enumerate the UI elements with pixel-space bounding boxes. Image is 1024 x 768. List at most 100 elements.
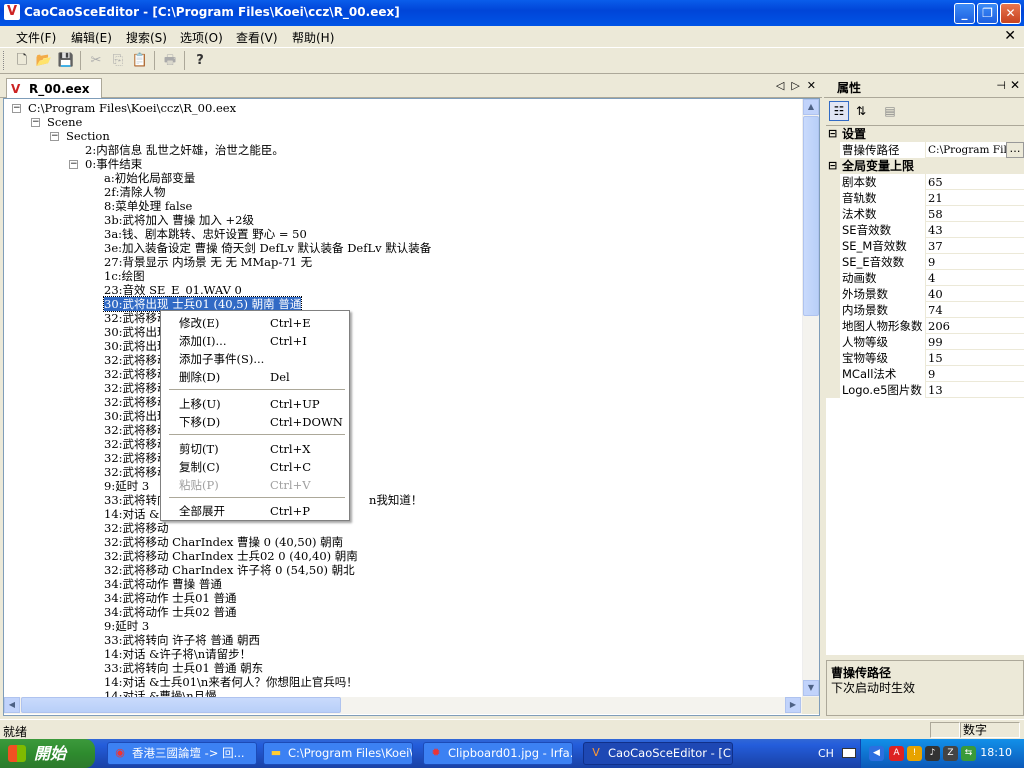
tree-item[interactable]: 32:武将移动: [104, 423, 169, 437]
property-value[interactable]: 9: [928, 366, 1014, 382]
property-row[interactable]: SE音效数 43: [826, 222, 1024, 238]
menu-search[interactable]: 搜索(S): [126, 29, 167, 46]
vertical-scrollbar[interactable]: ▲ ▼: [802, 99, 819, 697]
menu-edit[interactable]: 编辑(E): [71, 29, 112, 46]
property-value[interactable]: 43: [928, 222, 1014, 238]
tree-info-node[interactable]: 2:内部信息 乱世之奸雄，治世之能臣。: [85, 143, 284, 157]
property-row[interactable]: 宝物等级 15: [826, 350, 1024, 366]
tree-item[interactable]: 14:对话 &曹操\n且慢。: [104, 689, 228, 697]
tree-item[interactable]: 34:武将动作 士兵01 普通: [104, 591, 236, 605]
tree-item[interactable]: 30:武将出现: [104, 409, 169, 423]
start-button[interactable]: 開始: [0, 739, 95, 768]
scroll-left-icon[interactable]: ◀: [4, 697, 20, 713]
tree-item[interactable]: 32:武将移动 CharIndex 士兵02 0 (40,40) 朝南: [104, 549, 358, 563]
ctx-expand-all[interactable]: 全部展开 Ctrl+P: [163, 502, 347, 520]
tree-item[interactable]: 33:武将转向 许子将 普通 朝西: [104, 633, 260, 647]
horizontal-scroll-thumb[interactable]: [21, 697, 341, 713]
expand-tray-icon[interactable]: ◀: [869, 746, 884, 761]
mdi-close-icon[interactable]: ✕: [1004, 28, 1016, 44]
tree-item[interactable]: 30:武将出现: [104, 339, 169, 353]
categorized-icon[interactable]: ☷: [829, 101, 849, 121]
property-row[interactable]: MCall法术 9: [826, 366, 1024, 382]
tree-item[interactable]: 9:延时 3: [104, 479, 149, 493]
collapse-icon[interactable]: −: [12, 104, 21, 113]
property-value[interactable]: 4: [928, 270, 1014, 286]
network-icon[interactable]: ⇆: [961, 746, 976, 761]
tree-item[interactable]: 23:音效 SE_E_01.WAV 0: [104, 283, 242, 297]
tree-item[interactable]: 32:武将移动: [104, 311, 169, 325]
task-forum[interactable]: ◉ 香港三國論壇 -> 回...: [107, 742, 257, 765]
new-file-icon[interactable]: 🗋: [12, 51, 32, 71]
close-button[interactable]: ✕: [1000, 3, 1021, 24]
tree-item[interactable]: 32:武将移动: [104, 465, 169, 479]
tree-item[interactable]: 32:武将移动: [104, 521, 169, 535]
property-value[interactable]: 99: [928, 334, 1014, 350]
ctx-delete[interactable]: 删除(D) Del: [163, 368, 347, 386]
tree-item[interactable]: 30:武将出现: [104, 325, 169, 339]
help-icon[interactable]: ?: [190, 51, 210, 71]
tree-event-node[interactable]: 0:事件结束: [85, 157, 142, 171]
property-row[interactable]: 动画数 4: [826, 270, 1024, 286]
scroll-down-icon[interactable]: ▼: [803, 680, 819, 696]
tree-item[interactable]: 1c:绘图: [104, 269, 145, 283]
app-tray-icon[interactable]: Z: [943, 746, 958, 761]
property-row[interactable]: 法术数 58: [826, 206, 1024, 222]
keyboard-icon[interactable]: [842, 748, 856, 758]
scroll-right-icon[interactable]: ▶: [785, 697, 801, 713]
tree-item[interactable]: 33:武将转向: [104, 493, 169, 507]
pin-icon[interactable]: ⊣: [996, 79, 1006, 92]
tree-item[interactable]: 34:武将动作 士兵02 普通: [104, 605, 236, 619]
tree-item[interactable]: 32:武将移动 CharIndex 许子将 0 (54,50) 朝北: [104, 563, 355, 577]
antivirus-icon[interactable]: A: [889, 746, 904, 761]
sort-alpha-icon[interactable]: ⇅: [851, 101, 871, 121]
property-value[interactable]: 74: [928, 302, 1014, 318]
tree-item[interactable]: 14:对话 &士兵01\n来者何人？你想阻止官兵吗！: [104, 675, 358, 689]
tree-item[interactable]: 9:延时 3: [104, 619, 149, 633]
paste-icon[interactable]: 📋: [130, 51, 150, 71]
copy-icon[interactable]: ⎘: [108, 51, 128, 71]
panel-close-icon[interactable]: ✕: [1010, 78, 1020, 92]
property-value[interactable]: 206: [928, 318, 1014, 334]
property-value[interactable]: 40: [928, 286, 1014, 302]
ctx-cut[interactable]: 剪切(T) Ctrl+X: [163, 440, 347, 458]
menu-file[interactable]: 文件(F): [16, 29, 56, 46]
collapse-icon[interactable]: −: [50, 132, 59, 141]
ctx-move-up[interactable]: 上移(U) Ctrl+UP: [163, 395, 347, 413]
property-row[interactable]: 外场景数 40: [826, 286, 1024, 302]
ctx-add[interactable]: 添加(I)... Ctrl+I: [163, 332, 347, 350]
property-row[interactable]: 内场景数 74: [826, 302, 1024, 318]
property-row[interactable]: Logo.e5图片数 13: [826, 382, 1024, 398]
ctx-move-down[interactable]: 下移(D) Ctrl+DOWN: [163, 413, 347, 431]
tree-item[interactable]: a:初始化局部变量: [104, 171, 195, 185]
tree-item[interactable]: 34:武将动作 曹操 普通: [104, 577, 222, 591]
property-row[interactable]: SE_M音效数 37: [826, 238, 1024, 254]
tree-item[interactable]: 32:武将移动: [104, 381, 169, 395]
minimize-button[interactable]: _: [954, 3, 975, 24]
ctx-copy[interactable]: 复制(C) Ctrl+C: [163, 458, 347, 476]
property-row[interactable]: 曹操传路径 C:\Program Files\ …: [826, 142, 1024, 158]
tree-item[interactable]: 32:武将移动: [104, 451, 169, 465]
property-pages-icon[interactable]: ▤: [880, 101, 900, 121]
category-global-limits[interactable]: ⊟ 全局变量上限: [826, 158, 1024, 174]
tab-close-icon[interactable]: ✕: [807, 79, 816, 92]
property-row[interactable]: 人物等级 99: [826, 334, 1024, 350]
property-value[interactable]: 21: [928, 190, 1014, 206]
horizontal-scrollbar[interactable]: ◀ ▶: [4, 697, 802, 714]
tab-prev-icon[interactable]: ◁: [776, 79, 784, 92]
tree-item[interactable]: 27:背景显示 内场景 无 无 MMap-71 无: [104, 255, 312, 269]
ctx-add-subevent[interactable]: 添加子事件(S)...: [163, 350, 347, 368]
scroll-up-icon[interactable]: ▲: [803, 99, 819, 115]
shield-icon[interactable]: !: [907, 746, 922, 761]
property-row[interactable]: SE_E音效数 9: [826, 254, 1024, 270]
tree-item[interactable]: 32:武将移动 CharIndex 曹操 0 (40,50) 朝南: [104, 535, 343, 549]
property-value[interactable]: 37: [928, 238, 1014, 254]
menu-help[interactable]: 帮助(H): [292, 29, 334, 46]
tree-scene[interactable]: Scene: [47, 115, 82, 129]
collapse-icon[interactable]: ⊟: [828, 158, 837, 174]
property-value[interactable]: 65: [928, 174, 1014, 190]
language-indicator[interactable]: CH: [818, 747, 834, 760]
toolbar-grip[interactable]: [3, 51, 6, 70]
tree-item[interactable]: 3a:钱、剧本跳转、忠奸设置 野心 = 50: [104, 227, 307, 241]
tree-item[interactable]: 3b:武将加入 曹操 加入 +2级: [104, 213, 254, 227]
property-row[interactable]: 剧本数 65: [826, 174, 1024, 190]
